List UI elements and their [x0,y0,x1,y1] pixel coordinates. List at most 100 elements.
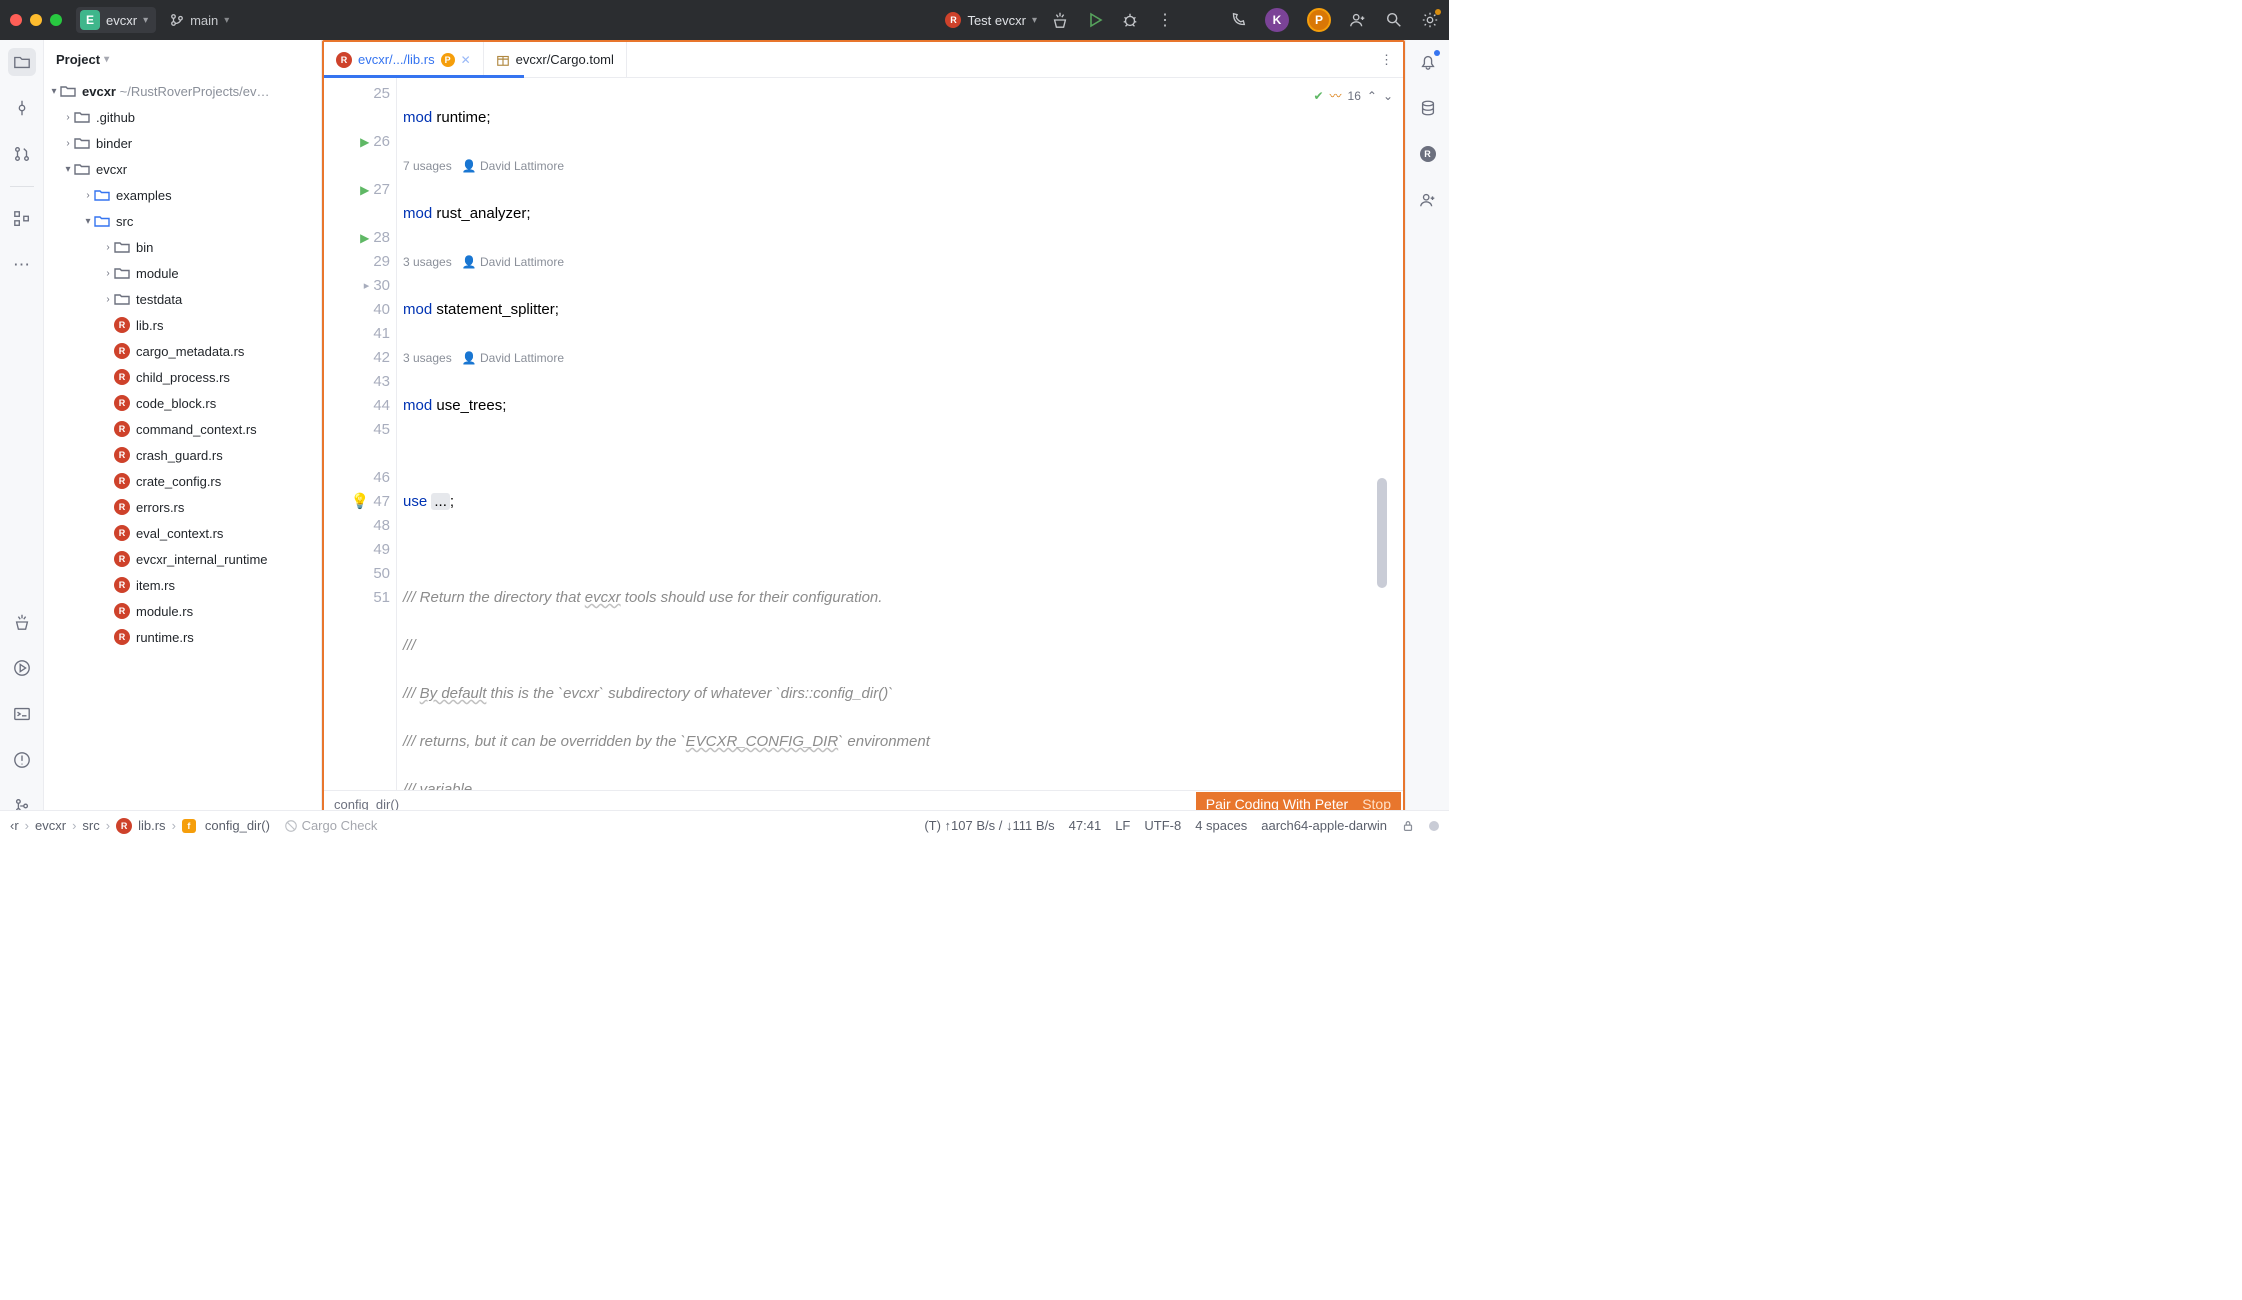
tab-overflow-icon[interactable]: ⋮ [1380,42,1403,77]
code-token: statement_splitter; [432,301,559,318]
project-panel-title: Project [56,52,100,67]
minimize-window-icon[interactable] [30,14,42,26]
author-hint[interactable]: David Lattimore [480,255,564,269]
tree-item[interactable]: Reval_context.rs [44,520,321,546]
tree-item[interactable]: ›examples [44,182,321,208]
tree-item[interactable]: Rchild_process.rs [44,364,321,390]
vcs-branch-selector[interactable]: main ▾ [170,13,229,28]
tree-item[interactable]: Rcrate_config.rs [44,468,321,494]
fold-placeholder[interactable]: ... [431,493,450,510]
tree-item[interactable]: ›testdata [44,286,321,312]
tree-item[interactable]: Rcode_block.rs [44,390,321,416]
tree-root[interactable]: ▾ evcxr ~/RustRoverProjects/ev… [44,78,321,104]
database-tool-icon[interactable] [1414,94,1442,122]
cargo-tool-icon[interactable]: R [1414,140,1442,168]
tree-item[interactable]: ▾evcxr [44,156,321,182]
run-gutter-icon[interactable]: ▶ [360,130,369,154]
editor-tab-active[interactable]: R evcxr/.../lib.rs P ✕ [324,42,484,77]
breadcrumb-item[interactable]: config_dir() [205,818,270,833]
tree-item[interactable]: Rcrash_guard.rs [44,442,321,468]
line-number: 40 [373,298,390,322]
structure-tool-icon[interactable] [8,205,36,233]
add-user-icon[interactable] [1349,11,1367,29]
rust-icon: R [114,343,130,359]
avatar-host[interactable]: P [1307,8,1331,32]
folder-icon [74,109,90,125]
usages-hint[interactable]: 3 usages [403,250,452,274]
caret-position-widget[interactable]: 47:41 [1069,818,1102,833]
close-window-icon[interactable] [10,14,22,26]
tree-item[interactable]: ›.github [44,104,321,130]
project-tool-icon[interactable] [8,48,36,76]
tree-item[interactable]: Revcxr_internal_runtime [44,546,321,572]
pull-requests-tool-icon[interactable] [8,140,36,168]
run-gutter-icon[interactable]: ▶ [360,178,369,202]
line-separator-widget[interactable]: LF [1115,818,1130,833]
notifications-icon[interactable] [1414,48,1442,76]
author-hint[interactable]: David Lattimore [480,159,564,173]
debug-icon[interactable] [1121,11,1139,29]
zoom-window-icon[interactable] [50,14,62,26]
status-indicator-icon[interactable] [1429,821,1439,831]
project-selector[interactable]: E evcxr ▾ [76,7,156,33]
breadcrumb-item[interactable]: ‹r [10,818,19,833]
tree-item[interactable]: Rmodule.rs [44,598,321,624]
breadcrumb-item[interactable]: src [82,818,99,833]
target-widget[interactable]: aarch64-apple-darwin [1261,818,1387,833]
project-panel-header[interactable]: Project ▾ [44,40,321,78]
tree-item-label: child_process.rs [136,370,230,385]
tree-item[interactable]: Rruntime.rs [44,624,321,650]
inspections-widget[interactable]: ✔︎ 〰 16 ⌃ ⌄ [1313,84,1393,108]
tree-item-label: testdata [136,292,182,307]
run-tool-icon[interactable] [8,654,36,682]
close-tab-icon[interactable]: ✕ [461,53,471,67]
settings-icon[interactable] [1421,11,1439,29]
editor-tab[interactable]: evcxr/Cargo.toml [484,42,627,77]
breadcrumb-item[interactable]: evcxr [35,818,66,833]
breadcrumb-item[interactable]: lib.rs [138,818,165,833]
terminal-tool-icon[interactable] [8,700,36,728]
chevron-up-icon[interactable]: ⌃ [1367,84,1377,108]
tree-item[interactable]: Ritem.rs [44,572,321,598]
fold-icon[interactable]: ▸ [364,274,370,298]
tree-item[interactable]: Rlib.rs [44,312,321,338]
tree-item[interactable]: ›bin [44,234,321,260]
search-icon[interactable] [1385,11,1403,29]
commit-tool-icon[interactable] [8,94,36,122]
doc-comment: this is the `evcxr` subdirectory of what… [486,685,893,702]
tree-item[interactable]: Rcargo_metadata.rs [44,338,321,364]
intention-bulb-icon[interactable]: 💡 [351,490,370,514]
scrollbar-thumb[interactable] [1377,478,1387,588]
problems-tool-icon[interactable] [8,746,36,774]
tree-item[interactable]: Rcommand_context.rs [44,416,321,442]
network-widget[interactable]: (T) ↑107 B/s / ↓111 B/s [924,818,1054,833]
cargo-check-widget[interactable]: Cargo Check [284,818,378,833]
avatar-guest[interactable]: K [1265,8,1289,32]
chevron-down-icon[interactable]: ⌄ [1383,84,1393,108]
chevron-right-icon: › [82,190,94,201]
chevron-right-icon: › [102,242,114,253]
tree-item[interactable]: ›binder [44,130,321,156]
tree-item[interactable]: ›module [44,260,321,286]
invite-user-icon[interactable] [1414,186,1442,214]
build-tool-icon[interactable] [8,608,36,636]
code-content[interactable]: mod runtime; 7 usages👤 David Lattimore m… [397,78,1403,790]
more-tool-icon[interactable]: ⋯ [8,251,36,279]
line-number: 42 [373,346,390,370]
run-configuration-selector[interactable]: R Test evcxr ▾ [945,12,1037,28]
indent-widget[interactable]: 4 spaces [1195,818,1247,833]
encoding-widget[interactable]: UTF-8 [1144,818,1181,833]
line-number: 43 [373,370,390,394]
usages-hint[interactable]: 7 usages [403,154,452,178]
run-gutter-icon[interactable]: ▶ [360,226,369,250]
run-icon[interactable] [1087,12,1103,28]
editor-body[interactable]: ✔︎ 〰 16 ⌃ ⌄ 25 ▶26 ▶27 ▶28 29 ▸30 40 [324,78,1403,790]
author-hint[interactable]: David Lattimore [480,351,564,365]
build-icon[interactable] [1051,11,1069,29]
code-with-me-phone-icon[interactable] [1229,11,1247,29]
readonly-lock-icon[interactable] [1401,819,1415,833]
tree-item[interactable]: ▾src [44,208,321,234]
usages-hint[interactable]: 3 usages [403,346,452,370]
more-icon[interactable]: ⋮ [1157,10,1173,30]
tree-item[interactable]: Rerrors.rs [44,494,321,520]
